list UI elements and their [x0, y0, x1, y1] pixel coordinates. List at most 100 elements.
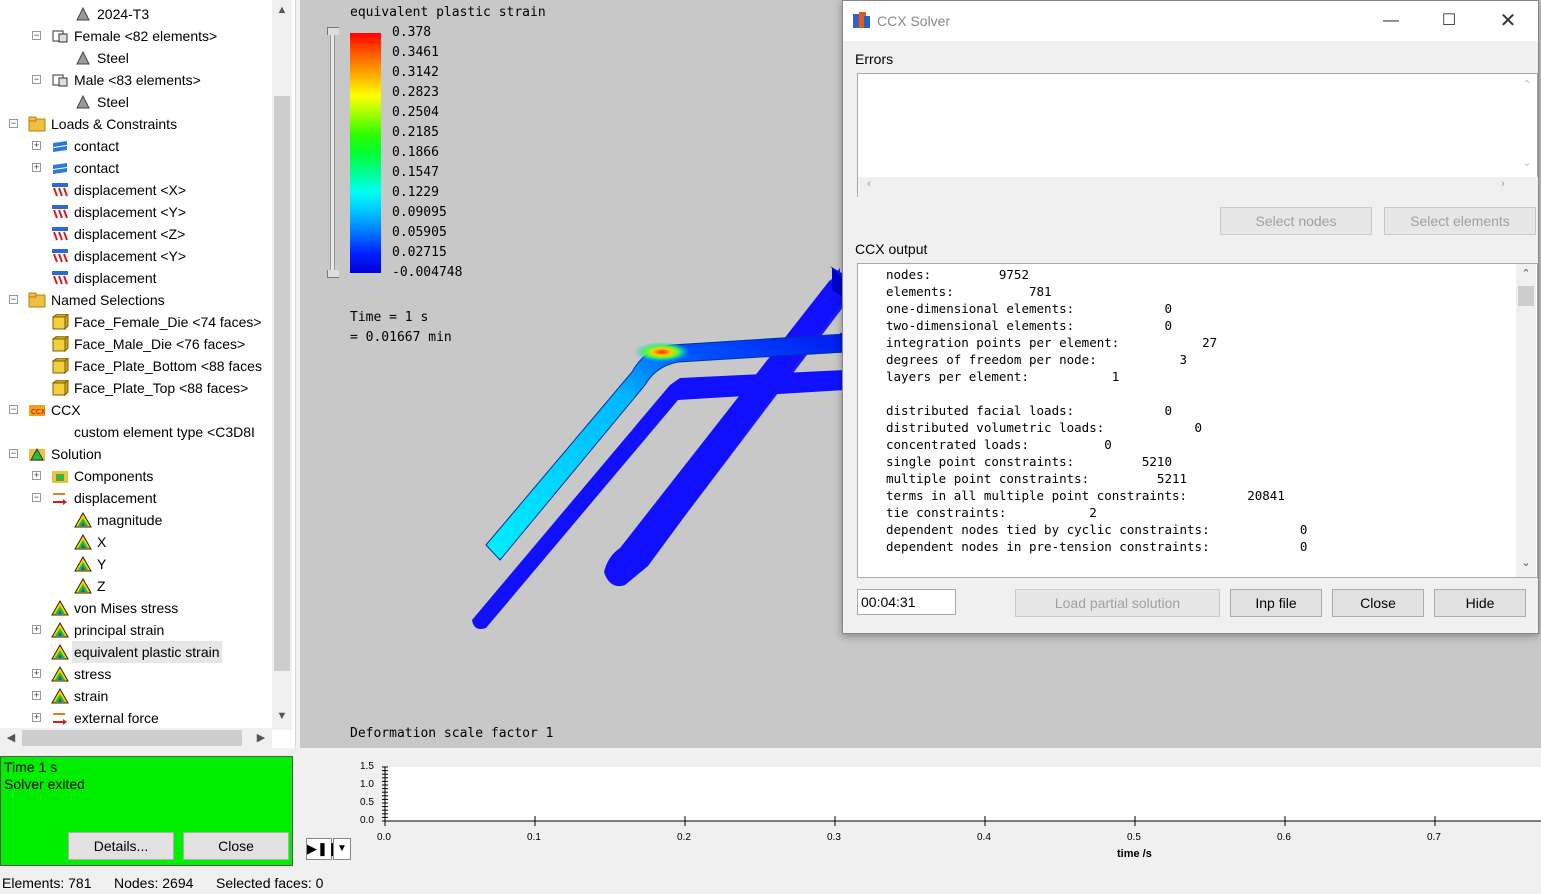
- nodes-count: Nodes: 2694: [114, 875, 194, 891]
- vector-icon: [51, 490, 69, 506]
- scroll-right-icon[interactable]: ▶: [252, 731, 270, 744]
- details-button[interactable]: Details...: [68, 832, 174, 860]
- tree-item-label: Face_Female_Die <74 faces>: [74, 314, 262, 330]
- errors-scroll-up-icon[interactable]: ⌃: [1518, 78, 1536, 91]
- scroll-up-icon[interactable]: ▲: [273, 4, 291, 16]
- tree-item-label: custom element type <C3D8I: [74, 424, 255, 440]
- errors-scroll-right-icon[interactable]: ›: [1494, 178, 1512, 190]
- selected-faces-count: Selected faces: 0: [216, 875, 324, 891]
- tree-item-label: Named Selections: [51, 292, 165, 308]
- tree-vertical-scrollbar[interactable]: ▲ ▼: [272, 0, 292, 730]
- expand-icon[interactable]: +: [32, 625, 41, 634]
- result-icon: [51, 665, 69, 682]
- collapse-icon[interactable]: −: [32, 31, 41, 40]
- dialog-close-button[interactable]: Close: [1332, 589, 1424, 617]
- part-icon: [51, 72, 69, 88]
- material-icon: [74, 50, 92, 66]
- ccx-solver-dialog[interactable]: CCX Solver — ☐ ✕ Errors ⌃ ⌄ ‹ › Select n…: [842, 0, 1539, 634]
- material-icon: [74, 6, 92, 22]
- tree-item-label: displacement <Y>: [74, 204, 187, 220]
- timeline-panel[interactable]: ▶❚❚ ▼ 1.5 1.0 0.5 0.0 0.0 0.1 0.2 0.3 0.4 0.5 0.6 0…: [300, 756, 1541, 866]
- output-scroll-up-icon[interactable]: ⌃: [1517, 267, 1535, 280]
- errors-scroll-down-icon[interactable]: ⌄: [1518, 156, 1536, 169]
- expand-icon[interactable]: +: [32, 141, 41, 150]
- deformation-scale-text: Deformation scale factor 1: [350, 726, 554, 741]
- collapse-icon[interactable]: −: [9, 449, 18, 458]
- output-line: multiple point constraints: 5211: [886, 471, 1188, 486]
- result-icon: [51, 687, 69, 704]
- selection-icon: [51, 334, 70, 353]
- time-plot[interactable]: [300, 756, 1541, 866]
- output-line: dependent nodes in pre-tension constrain…: [886, 539, 1308, 554]
- result-icon: [51, 621, 69, 638]
- solver-status-panel: Time 1 s Solver exited Details... Close: [0, 756, 293, 866]
- output-scroll-thumb[interactable]: [1518, 286, 1534, 306]
- dialog-titlebar[interactable]: CCX Solver — ☐ ✕: [843, 1, 1538, 41]
- expand-icon[interactable]: +: [32, 669, 41, 678]
- collapse-icon[interactable]: −: [9, 295, 18, 304]
- hide-button[interactable]: Hide: [1434, 589, 1526, 617]
- output-line: layers per element: 1: [886, 369, 1120, 384]
- result-icon: [74, 511, 92, 528]
- x-tick-label: 0.1: [527, 832, 541, 843]
- output-line: integration points per element: 27: [886, 335, 1218, 350]
- output-line: distributed facial loads: 0: [886, 403, 1172, 418]
- output-line: elements: 781: [886, 284, 1052, 299]
- tree-item-label: Male <83 elements>: [74, 72, 201, 88]
- inp-file-button[interactable]: Inp file: [1230, 589, 1322, 617]
- selection-icon: [51, 312, 70, 331]
- errors-textarea[interactable]: ⌃ ⌄ ‹ ›: [857, 73, 1538, 197]
- output-scroll-down-icon[interactable]: ⌄: [1517, 556, 1535, 569]
- displacement-icon: [51, 248, 69, 264]
- collapse-icon[interactable]: −: [9, 119, 18, 128]
- tree-item-label: contact: [74, 160, 120, 176]
- elapsed-time-field[interactable]: 00:04:31: [857, 589, 956, 615]
- displacement-icon: [51, 182, 69, 198]
- result-icon: [74, 555, 92, 572]
- material-icon: [74, 94, 92, 110]
- scroll-down-icon[interactable]: ▼: [273, 710, 291, 722]
- maximize-icon[interactable]: ☐: [1437, 9, 1461, 33]
- elements-count: Elements: 781: [2, 875, 92, 891]
- vector-icon: [51, 710, 69, 726]
- collapse-icon[interactable]: −: [9, 405, 18, 414]
- output-line: concentrated loads: 0: [886, 437, 1112, 452]
- output-vscrollbar[interactable]: ⌃ ⌄: [1516, 264, 1536, 577]
- output-line: nodes: 9752: [886, 267, 1029, 282]
- tree-scroll-thumb[interactable]: [274, 96, 290, 671]
- load-partial-solution-button[interactable]: Load partial solution: [1015, 589, 1220, 617]
- result-icon: [74, 533, 92, 550]
- tree-item-label: external force: [74, 710, 159, 726]
- tree-item-label: Solution: [51, 446, 102, 462]
- result-icon: [51, 643, 69, 660]
- collapse-icon[interactable]: −: [32, 493, 41, 502]
- tree-item-label: Face_Plate_Top <88 faces>: [74, 380, 249, 396]
- errors-hscrollbar[interactable]: [858, 177, 1538, 197]
- output-line: terms in all multiple point constraints:…: [886, 488, 1285, 503]
- expand-icon[interactable]: +: [32, 713, 41, 722]
- expand-icon[interactable]: +: [32, 691, 41, 700]
- minimize-icon[interactable]: —: [1379, 9, 1403, 33]
- tree-item-label: Steel: [97, 94, 129, 110]
- solution-icon: [28, 446, 46, 462]
- result-icon: [74, 577, 92, 594]
- status-close-button[interactable]: Close: [183, 832, 289, 860]
- model-tree-panel[interactable]: 2024-T3 − Female <82 elements> Steel − Male <…: [0, 0, 296, 748]
- output-line: degrees of freedom per node: 3: [886, 352, 1188, 367]
- close-icon[interactable]: ✕: [1496, 9, 1520, 33]
- ccx-output-textarea[interactable]: nodes: 9752 elements: 781 one-dimensional …: [857, 263, 1538, 578]
- scroll-left-icon[interactable]: ◀: [2, 731, 20, 744]
- dialog-title: CCX Solver: [877, 13, 951, 29]
- tree-horizontal-scrollbar[interactable]: ◀ ▶: [0, 728, 272, 748]
- expand-icon[interactable]: +: [32, 471, 41, 480]
- select-elements-button[interactable]: Select elements: [1384, 207, 1536, 235]
- output-line: one-dimensional elements: 0: [886, 301, 1172, 316]
- selection-icon: [51, 356, 70, 375]
- collapse-icon[interactable]: −: [32, 75, 41, 84]
- errors-scroll-left-icon[interactable]: ‹: [860, 178, 878, 190]
- expand-icon[interactable]: +: [32, 163, 41, 172]
- tree-item-label: displacement <X>: [74, 182, 187, 198]
- select-nodes-button[interactable]: Select nodes: [1220, 207, 1372, 235]
- tree-item-label: Female <82 elements>: [74, 28, 218, 44]
- tree-hscroll-thumb[interactable]: [22, 730, 242, 746]
